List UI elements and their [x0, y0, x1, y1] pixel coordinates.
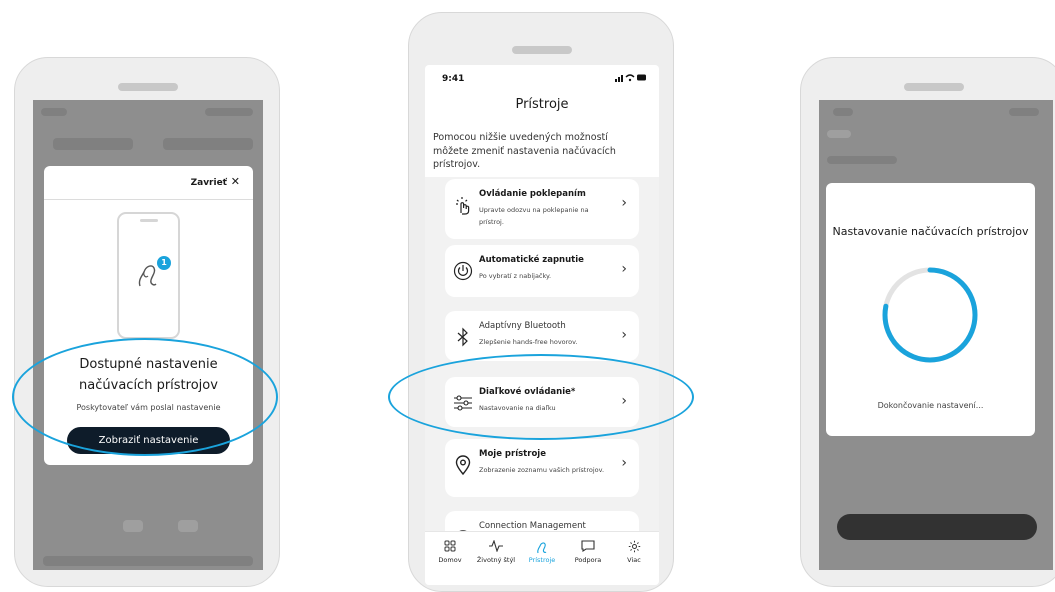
power-icon — [453, 261, 473, 281]
tab-devices[interactable]: Prístroje — [519, 540, 565, 564]
phone-speaker — [512, 46, 572, 54]
notification-badge: 1 — [157, 256, 171, 270]
chevron-right-icon: › — [621, 261, 627, 277]
card-title: Adaptívny Bluetooth — [479, 321, 566, 331]
status-time: 9:41 — [442, 74, 465, 84]
chevron-right-icon: › — [621, 195, 627, 211]
tab-support[interactable]: Podpora — [565, 540, 611, 564]
dialog-title: Nastavovanie načúvacích prístrojov — [832, 225, 1029, 238]
phone-speaker — [118, 83, 178, 91]
card-title: Automatické zapnutie — [479, 255, 584, 265]
chat-icon — [565, 540, 611, 556]
close-button[interactable]: Zavrieť — [191, 178, 227, 188]
chevron-right-icon: › — [621, 455, 627, 471]
grid-icon — [427, 540, 473, 556]
gear-icon — [611, 540, 657, 556]
card-tap-control[interactable]: Ovládanie poklepaním Upravte odozvu na p… — [445, 179, 639, 239]
progress-dialog: Nastavovanie načúvacích prístrojov Dokon… — [826, 183, 1035, 436]
hearing-aid-icon — [519, 540, 565, 556]
card-title: Moje prístroje — [479, 449, 546, 459]
highlight-oval — [388, 354, 694, 440]
bluetooth-icon — [457, 327, 468, 347]
page-title: Prístroje — [515, 97, 569, 112]
tab-more[interactable]: Viac — [611, 540, 657, 564]
card-auto-power[interactable]: Automatické zapnutie Po vybratí z nabíja… — [445, 245, 639, 297]
activity-icon — [473, 539, 519, 556]
progress-status: Dokončovanie nastavení... — [877, 401, 984, 410]
chevron-right-icon: › — [621, 327, 627, 343]
location-pin-icon — [455, 455, 471, 475]
tab-bar: Domov Životný štýl Prístroje Podpora Via… — [425, 531, 659, 585]
phone-speaker — [904, 83, 964, 91]
close-icon[interactable]: ✕ — [231, 175, 240, 188]
progress-spinner — [882, 267, 978, 363]
tab-lifestyle[interactable]: Životný štýl — [473, 539, 519, 564]
phone-screen-2: 9:41 Prístroje Pomocou nižšie uvedených … — [425, 65, 659, 585]
phone-illustration: 1 — [117, 212, 180, 339]
signal-wifi-battery-icon — [615, 74, 646, 82]
status-icons — [615, 73, 647, 84]
phone-frame-2: 9:41 Prístroje Pomocou nižšie uvedených … — [408, 12, 674, 592]
page-description: Pomocou nižšie uvedených možností môžete… — [433, 132, 616, 170]
card-my-devices[interactable]: Moje prístroje Zobrazenie zoznamu vašich… — [445, 439, 639, 497]
card-title: Ovládanie poklepaním — [479, 189, 586, 199]
dialog-header: Zavrieť ✕ — [44, 166, 253, 200]
card-description: Zlepšenie hands-free hovorov. — [479, 338, 578, 346]
card-description: Po vybratí z nabíjačky. — [479, 272, 552, 280]
tab-home[interactable]: Domov — [427, 540, 473, 564]
card-description: Zobrazenie zoznamu vašich prístrojov. — [479, 466, 605, 474]
tap-icon — [456, 197, 470, 215]
card-description: Upravte odozvu na poklepanie na prístroj… — [479, 206, 589, 226]
highlight-oval — [12, 338, 278, 456]
card-title: Connection Management — [479, 521, 586, 531]
